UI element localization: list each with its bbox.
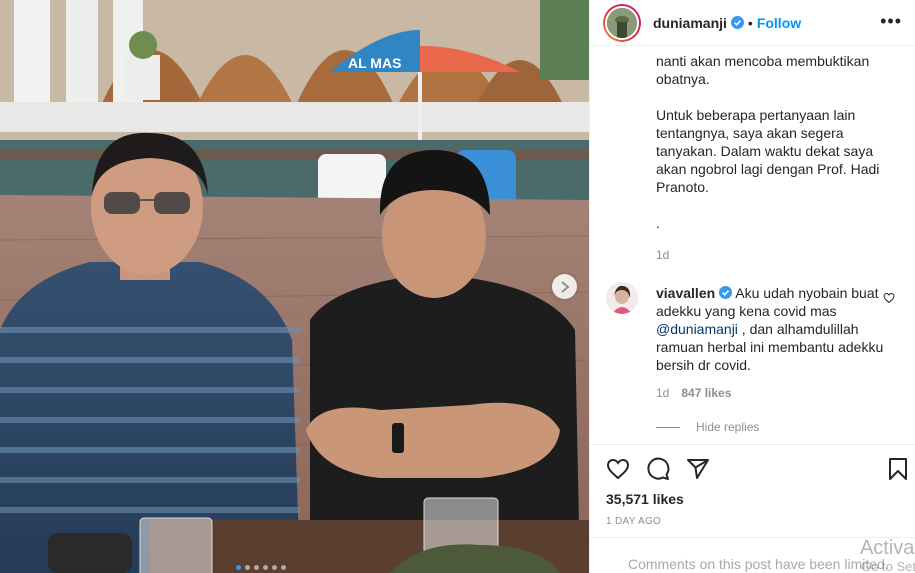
commenter-username[interactable]: viavallen	[656, 285, 715, 301]
hide-replies-label: Hide replies	[696, 420, 760, 434]
hide-replies-button[interactable]: Hide replies	[656, 420, 759, 434]
carousel-dot	[281, 565, 286, 570]
carousel-dot	[245, 565, 250, 570]
replies-divider-line	[656, 426, 680, 428]
comment-likes[interactable]: 847 likes	[681, 386, 731, 400]
header-separator: •	[747, 14, 753, 31]
caption-paragraph-1: nanti akan mencoba membuktikan obatnya.	[656, 53, 870, 87]
author-username[interactable]: duniamanji	[653, 15, 727, 31]
activation-watermark: Activat	[859, 537, 915, 559]
comment-like-heart-icon[interactable]	[883, 292, 895, 304]
comment-text: viavallen Aku udah nyobain buat adekku y…	[656, 284, 886, 374]
post-caption: nanti akan mencoba membuktikan obatnya. …	[656, 52, 896, 264]
post-side-panel: duniamanji • Follow ••• nanti akan menco…	[589, 0, 915, 573]
avatar-image	[607, 7, 637, 38]
carousel-dot	[254, 565, 259, 570]
comment-icon[interactable]	[646, 457, 670, 481]
verified-badge-icon	[730, 16, 744, 29]
author-avatar[interactable]	[603, 3, 641, 42]
carousel-dots	[236, 565, 286, 570]
umbrella-text: AL MAS	[348, 55, 401, 71]
photo-scene: AL MAS	[0, 0, 589, 573]
carousel-dot	[263, 565, 268, 570]
comment-mention-link[interactable]: @duniamanji	[656, 321, 738, 337]
caption-paragraph-3: .	[656, 215, 660, 231]
share-icon[interactable]	[686, 457, 710, 481]
more-options-button[interactable]: •••	[880, 12, 902, 30]
post-actions: 35,571 likes 1 DAY AGO Comments on this …	[590, 444, 915, 573]
post-photo[interactable]: AL MAS	[0, 0, 589, 573]
heart-icon[interactable]	[606, 457, 630, 481]
commenter-avatar-image	[606, 282, 638, 314]
caption-time[interactable]: 1d	[656, 246, 896, 264]
next-arrow-icon	[560, 280, 570, 293]
verified-badge-icon	[719, 286, 733, 299]
caption-paragraph-2: Untuk beberapa pertanyaan lain tentangny…	[656, 107, 880, 195]
post-header: duniamanji • Follow •••	[590, 0, 915, 46]
follow-button[interactable]: Follow	[757, 15, 801, 31]
activation-watermark-sub: Go to Set	[861, 559, 915, 573]
next-photo-button[interactable]	[552, 274, 577, 299]
post-timestamp[interactable]: 1 DAY AGO	[606, 516, 661, 527]
comment-meta: 1d 847 likes	[656, 386, 743, 400]
commenter-avatar[interactable]	[606, 282, 638, 314]
likes-count[interactable]: 35,571 likes	[606, 491, 684, 507]
carousel-dot	[272, 565, 277, 570]
comment-time[interactable]: 1d	[656, 386, 669, 400]
bookmark-icon[interactable]	[886, 457, 910, 481]
carousel-dot	[236, 565, 241, 570]
